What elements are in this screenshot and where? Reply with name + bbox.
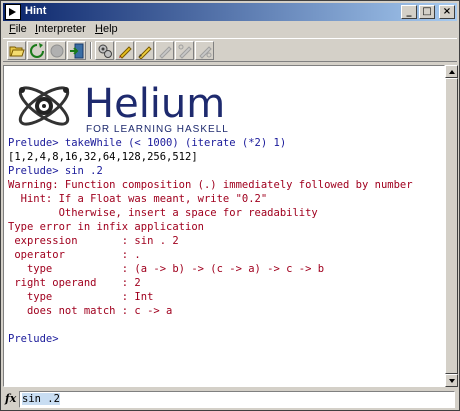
edit-error-button[interactable] [155,41,174,60]
output-line: does not match : c -> a [8,305,173,317]
menu-interpreter[interactable]: Interpreter [35,23,86,35]
open-button[interactable] [7,41,26,60]
output-line: right operand : 2 [8,277,141,289]
app-icon [5,4,21,20]
disabled-edit-icon [178,44,192,59]
helium-logo: Helium FOR LEARNING HASKELL [18,81,229,135]
output-line: Prelude> [8,333,59,345]
output-line: Hint: If a Float was meant, write "0.2" [8,193,268,205]
maximize-button[interactable]: □ [419,5,435,19]
close-button[interactable]: × [439,5,455,19]
output-line: Prelude> sin .2 [8,165,103,177]
edit-next-button[interactable] [195,41,214,60]
hint-window: Hint _ □ × File Interpreter Help Helium … [0,0,460,411]
reload-icon [30,43,44,58]
vertical-scrollbar[interactable] [445,65,458,387]
settings-icon [98,44,112,58]
output-line: [1,2,4,8,16,32,64,128,256,512] [8,151,198,163]
toolbar [3,38,457,62]
arrow-down-icon [449,379,455,383]
exit-icon [70,43,84,59]
output-line: Warning: Function composition (.) immedi… [8,179,413,191]
output-line: Type error in infix application [8,221,204,233]
stop-button[interactable] [47,41,66,60]
scroll-thumb[interactable] [445,78,458,374]
exit-button[interactable] [67,41,86,60]
edit-button[interactable] [115,41,134,60]
output-line: operator : . [8,249,141,261]
output-line: Otherwise, insert a space for readabilit… [8,207,318,219]
output-line: Prelude> takeWhile (< 1000) (iterate (*2… [8,137,287,149]
logo-tagline: FOR LEARNING HASKELL [86,124,229,135]
scroll-up-button[interactable] [445,65,458,78]
edit-icon [119,46,132,59]
edit-error-icon [159,46,172,59]
output-line: type : (a -> b) -> (c -> a) -> c -> b [8,263,325,275]
minimize-button[interactable]: _ [401,5,417,19]
output-line: expression : sin . 2 [8,235,179,247]
output-line: type : Int [8,291,154,303]
settings-button[interactable] [95,41,114,60]
window-title: Hint [25,5,47,17]
command-bar: fx sin .2 [3,390,457,409]
edit-previous-button[interactable] [175,41,194,60]
command-input[interactable]: sin .2 [19,391,455,408]
title-bar[interactable]: Hint _ □ × [3,3,457,21]
toolbar-separator [90,42,92,59]
arrow-up-icon [449,70,455,74]
command-input-text: sin .2 [22,393,60,405]
open-folder-icon [9,46,25,57]
menu-bar: File Interpreter Help [3,22,457,38]
interpreter-output[interactable]: Helium FOR LEARNING HASKELL Prelude> tak… [3,65,445,387]
menu-help[interactable]: Help [95,23,118,35]
edit-file-button[interactable] [135,41,154,60]
reload-button[interactable] [27,41,46,60]
menu-file[interactable]: File [9,23,27,35]
stop-icon [50,44,64,58]
scroll-down-button[interactable] [445,374,458,387]
fx-icon: fx [5,392,17,405]
edit-file-icon [138,46,152,59]
disabled-edit-icon-2 [199,46,212,59]
logo-name: Helium [84,81,225,127]
